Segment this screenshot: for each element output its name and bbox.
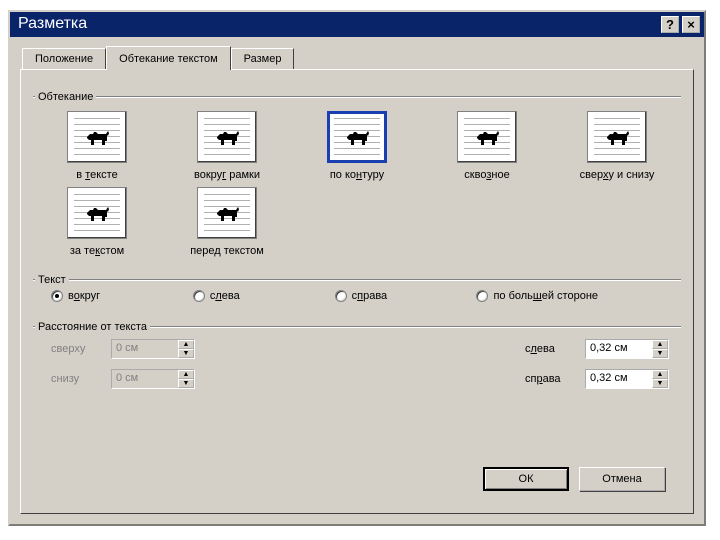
radio-largest[interactable]: по большей стороне <box>476 290 675 302</box>
distance-grid: сверху 0 см ▲ ▼ слева 0,32 см <box>33 327 681 393</box>
radio-dot-icon[interactable] <box>51 290 63 302</box>
dog-icon <box>604 127 630 147</box>
ok-button-label: ОК <box>519 473 534 485</box>
tab-wrapping-label: Обтекание текстом <box>119 53 218 65</box>
radio-label-largest: по большей стороне <box>493 290 598 302</box>
wrap-thumb-front[interactable] <box>197 187 257 239</box>
text-wrap-radios: вокруг слева справа по большей стороне <box>33 280 681 310</box>
dist-top-label: сверху <box>51 343 111 355</box>
wrap-thumb-behind[interactable] <box>67 187 127 239</box>
tab-strip: Положение Обтекание текстом Размер <box>20 45 694 69</box>
dog-icon <box>84 127 110 147</box>
wrap-caption-front: перед текстом <box>190 245 264 257</box>
cancel-button-label: Отмена <box>602 473 641 485</box>
chevron-up-icon: ▲ <box>657 371 664 378</box>
radio-dot-icon[interactable] <box>335 290 347 302</box>
tab-position-label: Положение <box>35 53 93 65</box>
dist-bottom-value: 0 см <box>112 370 178 388</box>
radio-dot-icon[interactable] <box>476 290 488 302</box>
chevron-up-icon: ▲ <box>183 371 190 378</box>
wrap-caption-behind: за текстом <box>70 245 124 257</box>
wrap-thumb-inline[interactable] <box>67 111 127 163</box>
dist-top-up[interactable]: ▲ <box>178 340 194 349</box>
dist-left-down[interactable]: ▼ <box>652 349 668 358</box>
close-icon: × <box>687 18 695 31</box>
chevron-down-icon: ▼ <box>657 380 664 387</box>
dialog-buttons: ОК Отмена <box>33 455 681 501</box>
wrap-option-tight[interactable]: по контуру <box>297 111 417 181</box>
dog-icon <box>214 203 240 223</box>
close-button[interactable]: × <box>682 16 700 33</box>
wrap-caption-inline: в тексте <box>76 169 117 181</box>
layout-dialog: Разметка ? × Положение Обтекание текстом… <box>8 10 706 526</box>
dist-left-value[interactable]: 0,32 см <box>586 340 652 358</box>
radio-label-right: справа <box>352 290 388 302</box>
dist-bottom-down[interactable]: ▼ <box>178 379 194 388</box>
chevron-down-icon: ▼ <box>183 350 190 357</box>
group-distance-label: Расстояние от текста <box>35 321 150 333</box>
dist-bottom-spinner: 0 см ▲ ▼ <box>111 369 195 389</box>
help-icon: ? <box>666 18 674 31</box>
radio-label-left: слева <box>210 290 240 302</box>
titlebar: Разметка ? × <box>10 12 704 37</box>
dialog-title: Разметка <box>18 15 658 33</box>
radio-right[interactable]: справа <box>335 290 477 302</box>
tab-panel: Обтекание в тексте вокруг рамки по контуру… <box>20 69 694 514</box>
chevron-up-icon: ▲ <box>657 341 664 348</box>
radio-label-around: вокруг <box>68 290 100 302</box>
group-wrapping-label: Обтекание <box>35 91 96 103</box>
radio-dot-icon[interactable] <box>193 290 205 302</box>
dist-left-label: слева <box>525 343 585 355</box>
wrap-caption-square: вокруг рамки <box>194 169 260 181</box>
dist-left-spinner[interactable]: 0,32 см ▲ ▼ <box>585 339 669 359</box>
dist-bottom-up[interactable]: ▲ <box>178 370 194 379</box>
tab-size-label: Размер <box>244 53 282 65</box>
chevron-down-icon: ▼ <box>183 380 190 387</box>
wrap-option-through[interactable]: сквозное <box>427 111 547 181</box>
wrap-option-square[interactable]: вокруг рамки <box>167 111 287 181</box>
dist-right-value[interactable]: 0,32 см <box>586 370 652 388</box>
dog-icon <box>84 203 110 223</box>
dist-right-label: справа <box>525 373 585 385</box>
wrap-thumb-square[interactable] <box>197 111 257 163</box>
dist-right-spinner[interactable]: 0,32 см ▲ ▼ <box>585 369 669 389</box>
ok-button[interactable]: ОК <box>483 467 569 491</box>
dist-left-up[interactable]: ▲ <box>652 340 668 349</box>
wrap-thumb-tight[interactable] <box>327 111 387 163</box>
dog-icon <box>344 127 370 147</box>
tab-size[interactable]: Размер <box>231 48 295 69</box>
dist-right-up[interactable]: ▲ <box>652 370 668 379</box>
group-distance: Расстояние от текста сверху 0 см ▲ ▼ сл <box>33 314 681 393</box>
wrap-option-topbot[interactable]: сверху и снизу <box>557 111 677 181</box>
group-text-label: Текст <box>35 274 69 286</box>
cancel-button[interactable]: Отмена <box>579 467 665 491</box>
wrap-caption-topbot: сверху и снизу <box>580 169 655 181</box>
radio-around[interactable]: вокруг <box>51 290 193 302</box>
group-wrapping: Обтекание в тексте вокруг рамки по контуру… <box>33 84 681 263</box>
radio-left[interactable]: слева <box>193 290 335 302</box>
wrap-caption-through: сквозное <box>464 169 509 181</box>
wrap-option-behind[interactable]: за текстом <box>37 187 157 257</box>
dist-bottom-label: снизу <box>51 373 111 385</box>
dist-top-spinner: 0 см ▲ ▼ <box>111 339 195 359</box>
wrap-options-grid: в тексте вокруг рамки по контуру сквозное св… <box>33 97 681 263</box>
dog-icon <box>474 127 500 147</box>
chevron-down-icon: ▼ <box>657 350 664 357</box>
dist-top-down[interactable]: ▼ <box>178 349 194 358</box>
tab-wrapping[interactable]: Обтекание текстом <box>106 46 231 70</box>
dist-top-value: 0 см <box>112 340 178 358</box>
tab-position[interactable]: Положение <box>22 48 106 69</box>
chevron-up-icon: ▲ <box>183 341 190 348</box>
wrap-caption-tight: по контуру <box>330 169 384 181</box>
group-text: Текст вокруг слева справа по большей сторон… <box>33 267 681 310</box>
dialog-body: Положение Обтекание текстом Размер Обтек… <box>10 37 704 524</box>
wrap-option-inline[interactable]: в тексте <box>37 111 157 181</box>
wrap-option-front[interactable]: перед текстом <box>167 187 287 257</box>
help-button[interactable]: ? <box>661 16 679 33</box>
dist-right-down[interactable]: ▼ <box>652 379 668 388</box>
wrap-thumb-topbot[interactable] <box>587 111 647 163</box>
wrap-thumb-through[interactable] <box>457 111 517 163</box>
dog-icon <box>214 127 240 147</box>
